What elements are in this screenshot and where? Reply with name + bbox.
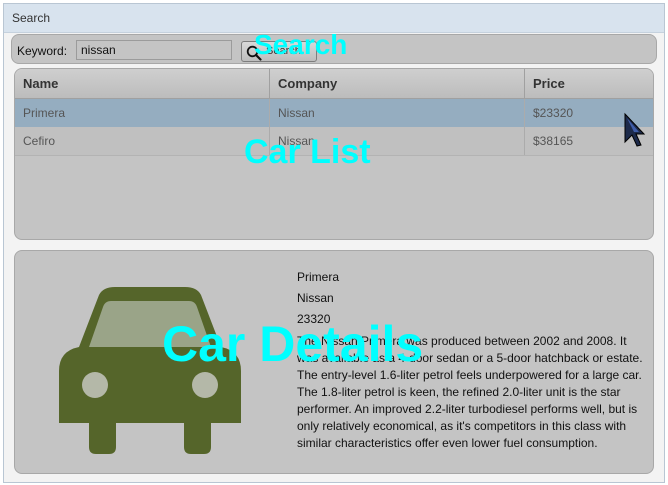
table-row[interactable]: Cefiro Nissan $38165 (15, 127, 653, 156)
keyword-label: Keyword: (17, 44, 68, 58)
mouse-pointer-icon (624, 112, 646, 147)
search-button-label: Search (266, 45, 301, 57)
column-header-name[interactable]: Name (15, 69, 270, 99)
detail-description: The Nissan Primera was produced between … (297, 334, 643, 450)
window-title: Search (12, 11, 51, 25)
car-details-panel: Primera Nissan 23320 The Nissan Primera … (14, 250, 654, 474)
table-row[interactable]: Primera Nissan $23320 (15, 98, 653, 127)
search-panel: Keyword: Search (11, 34, 657, 64)
column-header-price[interactable]: Price (524, 69, 653, 99)
table-header-row: Name Company Price (15, 69, 653, 99)
cell-name: Cefiro (15, 127, 270, 156)
detail-company: Nissan (297, 291, 334, 305)
car-list-panel: Name Company Price Primera Nissan $23320… (14, 68, 654, 240)
keyword-input[interactable] (76, 40, 232, 60)
cell-company: Nissan (269, 98, 525, 127)
magnifier-icon (246, 45, 262, 61)
column-header-company[interactable]: Company (269, 69, 525, 99)
title-bar: Search (4, 4, 664, 33)
cell-name: Primera (15, 98, 270, 127)
cell-company: Nissan (269, 127, 525, 156)
car-icon (59, 287, 241, 454)
detail-price: 23320 (297, 312, 331, 326)
car-detail-text: Primera Nissan 23320 The Nissan Primera … (297, 267, 649, 452)
search-button[interactable]: Search (241, 41, 317, 62)
car-list-table: Name Company Price Primera Nissan $23320… (15, 69, 653, 156)
detail-name: Primera (297, 270, 340, 284)
